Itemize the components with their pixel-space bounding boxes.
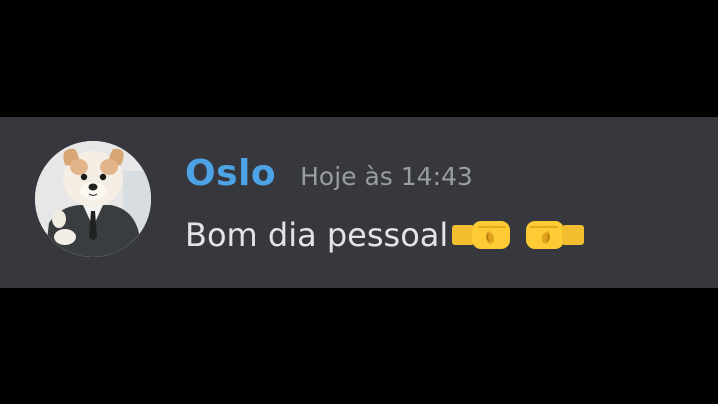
username[interactable]: Oslo bbox=[185, 153, 276, 194]
timestamp[interactable]: Hoje às 14:43 bbox=[300, 162, 473, 191]
dog-avatar-image bbox=[35, 141, 151, 257]
avatar[interactable] bbox=[35, 141, 151, 257]
chat-message[interactable]: Oslo Hoje às 14:43 Bom dia pessoal bbox=[0, 117, 718, 288]
message-header: Oslo Hoje às 14:43 bbox=[185, 153, 473, 197]
top-letterbox bbox=[0, 0, 718, 117]
left-facing-fist-icon bbox=[520, 215, 585, 255]
bottom-letterbox bbox=[0, 288, 718, 404]
message-text: Bom dia pessoal bbox=[185, 216, 449, 254]
right-facing-fist-icon bbox=[452, 215, 516, 255]
message-content: Bom dia pessoal bbox=[185, 213, 585, 257]
